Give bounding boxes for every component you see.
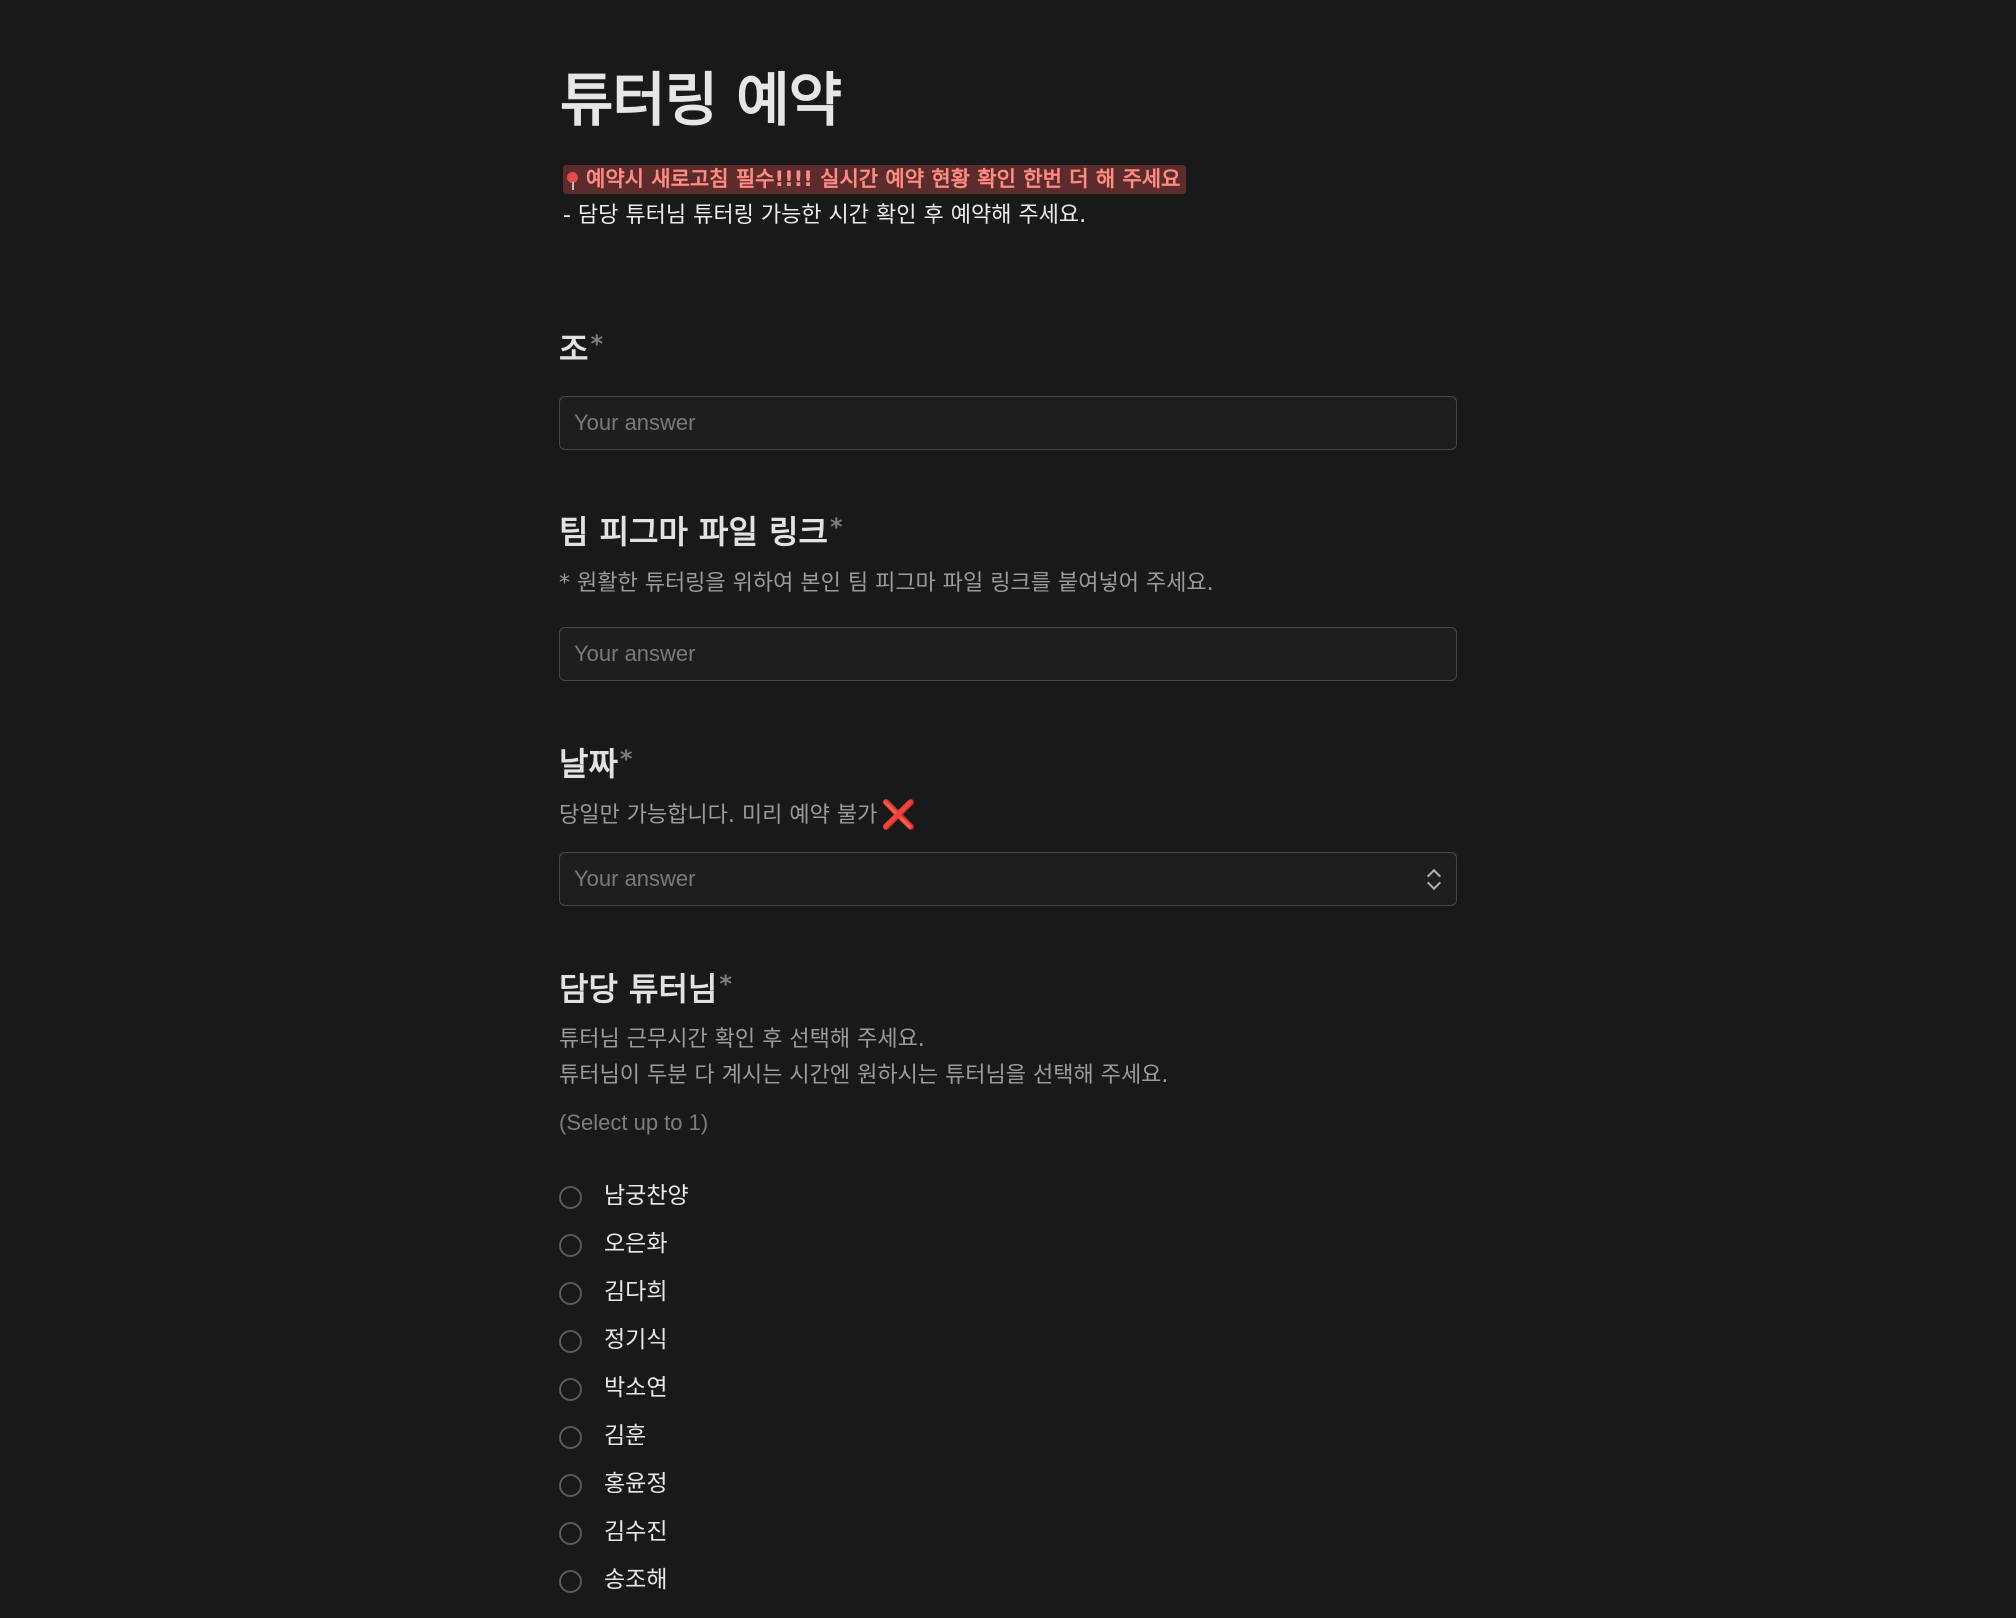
- tutor-option[interactable]: 정기식: [559, 1322, 959, 1370]
- tutor-option-label: 남궁찬양: [604, 1183, 689, 1209]
- tutor-question-label: 담당 튜터님*: [559, 962, 732, 1011]
- radio-circle[interactable]: [559, 1570, 582, 1593]
- figma-link-input[interactable]: [560, 628, 1456, 680]
- date-select-box[interactable]: [559, 852, 1457, 906]
- radio-circle[interactable]: [559, 1522, 582, 1545]
- tutor-option[interactable]: 김훈: [559, 1418, 959, 1466]
- required-asterisk: *: [619, 745, 633, 773]
- tutor-option-label: 김훈: [604, 1423, 647, 1449]
- team-label-text: 조: [559, 330, 589, 368]
- radio-circle[interactable]: [559, 1378, 582, 1401]
- tutor-option-label: 박소연: [604, 1375, 668, 1401]
- team-input[interactable]: [560, 397, 1456, 449]
- required-asterisk: *: [829, 513, 843, 541]
- tutor-option[interactable]: 오은화: [559, 1226, 959, 1274]
- radio-circle[interactable]: [559, 1234, 582, 1257]
- team-input-box: [559, 396, 1457, 450]
- date-input[interactable]: [560, 853, 1456, 905]
- figma-label-text: 팀 피그마 파일 링크: [559, 513, 828, 551]
- required-asterisk: *: [719, 970, 732, 998]
- tutor-label-text: 담당 튜터님: [559, 970, 718, 1008]
- pushpin-icon: [567, 172, 578, 190]
- figma-input-box: [559, 627, 1457, 681]
- tutor-option-label: 송조해: [604, 1567, 668, 1593]
- tutor-option-label: 김다희: [604, 1279, 668, 1305]
- refresh-notice-text: 예약시 새로고침 필수!!!! 실시간 예약 현황 확인 한번 더 해 주세요: [586, 167, 1181, 191]
- date-label-text: 날짜: [559, 745, 618, 783]
- tutor-option-label: 홍윤정: [604, 1471, 668, 1497]
- tutor-option[interactable]: 김다희: [559, 1274, 959, 1322]
- tutor-option-label: 오은화: [604, 1231, 668, 1257]
- date-description-text: 당일만 가능합니다. 미리 예약 불가: [559, 803, 878, 828]
- refresh-notice: 예약시 새로고침 필수!!!! 실시간 예약 현황 확인 한번 더 해 주세요: [563, 165, 1187, 194]
- team-question-label: 조*: [559, 322, 603, 371]
- required-asterisk: *: [590, 330, 604, 358]
- radio-circle[interactable]: [559, 1474, 582, 1497]
- tutor-option-label: 김수진: [604, 1519, 668, 1545]
- tutor-description-line-1: 튜터님 근무시간 확인 후 선택해 주세요.: [559, 1027, 925, 1052]
- radio-circle[interactable]: [559, 1186, 582, 1209]
- page: 튜터링 예약 예약시 새로고침 필수!!!! 실시간 예약 현황 확인 한번 더…: [0, 0, 2016, 1618]
- tutor-option[interactable]: 박소연: [559, 1370, 959, 1418]
- tutor-description-line-2: 튜터님이 두분 다 계시는 시간엔 원하시는 튜터님을 선택해 주세요.: [559, 1063, 1169, 1088]
- radio-circle[interactable]: [559, 1282, 582, 1305]
- date-question-description: 당일만 가능합니다. 미리 예약 불가 ❌: [559, 797, 916, 834]
- tutor-option[interactable]: 남궁찬양: [559, 1178, 959, 1226]
- page-title: 튜터링 예약: [560, 66, 842, 134]
- radio-circle[interactable]: [559, 1426, 582, 1449]
- tutor-option-label: 정기식: [604, 1327, 668, 1353]
- select-limit-hint: (Select up to 1): [559, 1110, 709, 1135]
- tutor-option[interactable]: 홍윤정: [559, 1466, 959, 1514]
- figma-question-label: 팀 피그마 파일 링크*: [559, 505, 843, 554]
- select-chevron-icon[interactable]: [1426, 868, 1442, 892]
- tutor-option[interactable]: 김수진: [559, 1514, 959, 1562]
- tutor-radio-list: 남궁찬양 오은화 김다희 정기식 박소연 김훈 홍윤정 김수진 송조해: [559, 1178, 959, 1610]
- tutor-option[interactable]: 송조해: [559, 1562, 959, 1610]
- cross-mark-icon: ❌: [881, 798, 917, 831]
- radio-circle[interactable]: [559, 1330, 582, 1353]
- tutor-time-note: - 담당 튜터님 튜터링 가능한 시간 확인 후 예약해 주세요.: [563, 203, 1087, 228]
- figma-question-description: * 원활한 튜터링을 위하여 본인 팀 피그마 파일 링크를 붙여넣어 주세요.: [559, 571, 1214, 596]
- date-question-label: 날짜*: [559, 737, 632, 786]
